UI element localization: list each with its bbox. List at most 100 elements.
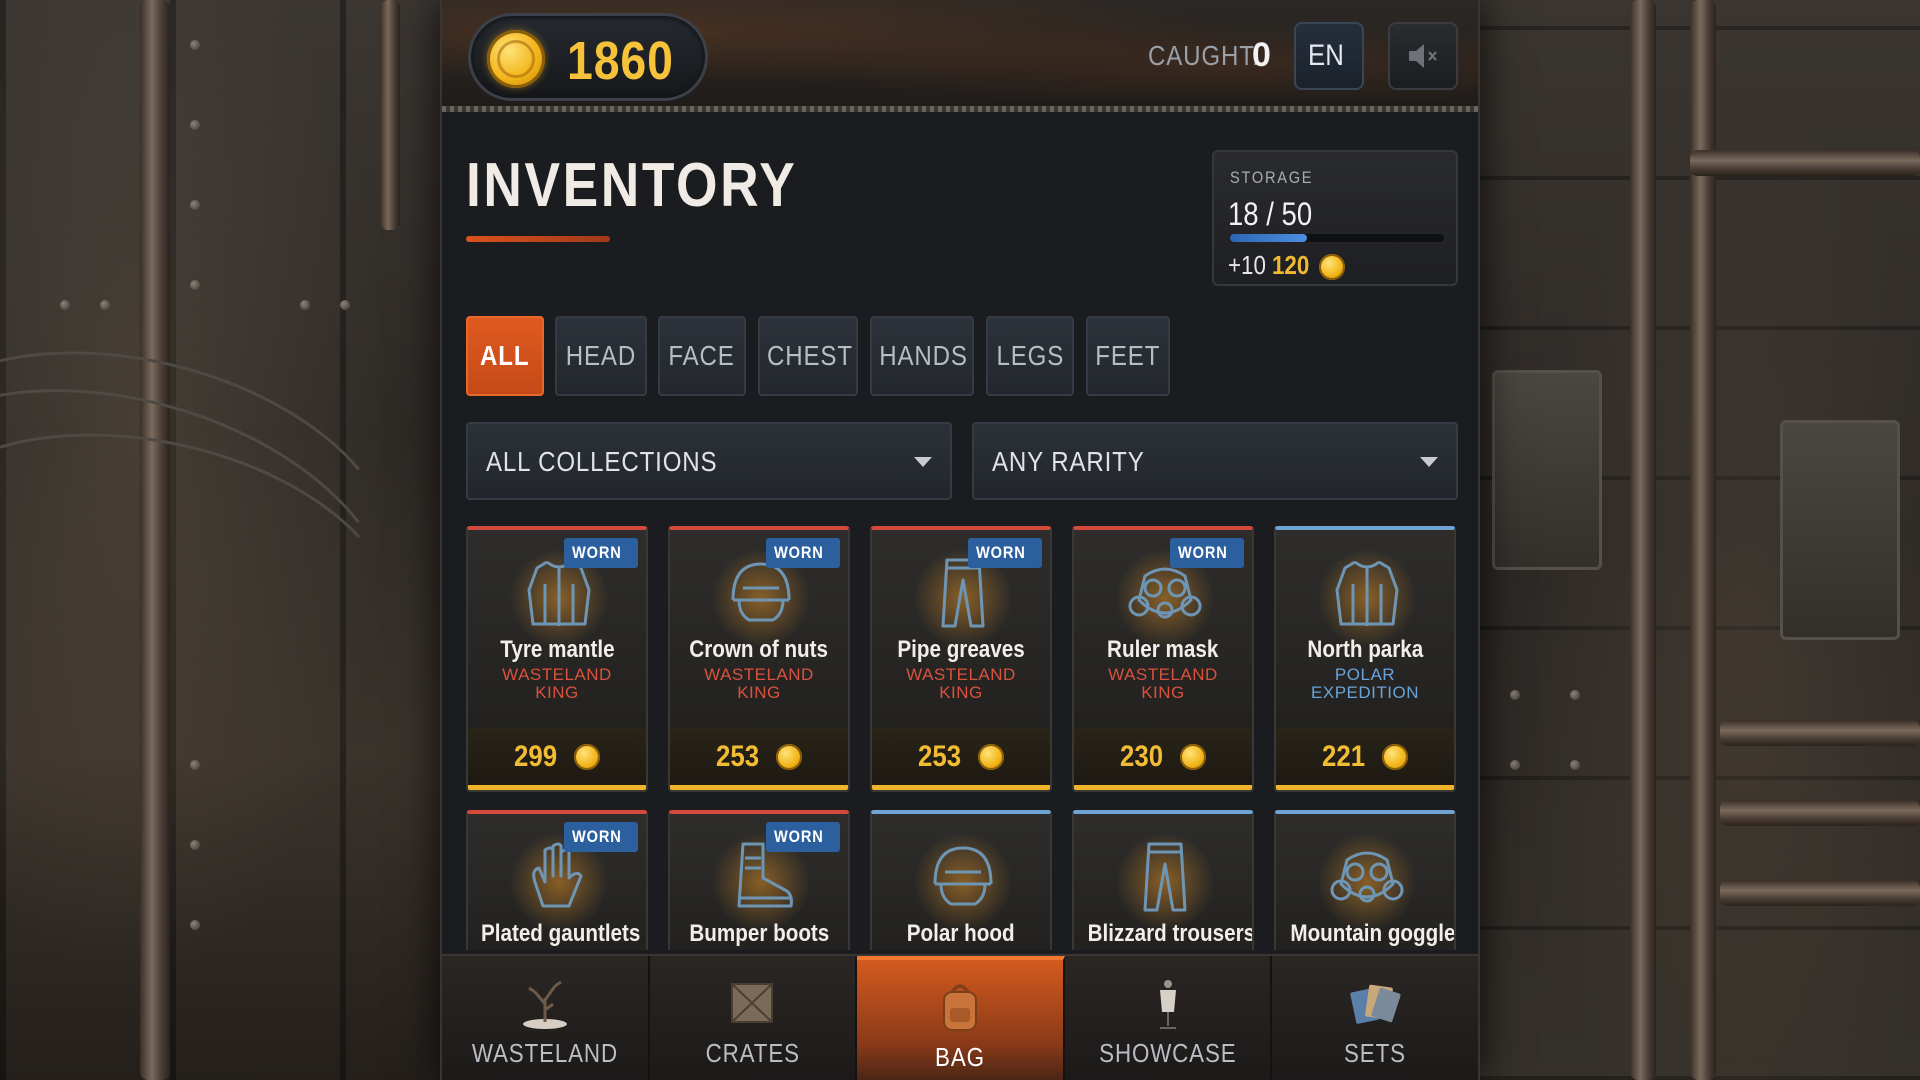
item-card[interactable]: Blizzard trousers: [1072, 810, 1254, 950]
rivet: [340, 300, 350, 310]
rivet: [1570, 690, 1580, 700]
wall-pipe: [380, 0, 400, 230]
gas-mask-icon: [1330, 851, 1404, 903]
rivet: [190, 280, 200, 290]
wall-pipe: [1720, 800, 1920, 826]
item-price-bar: 253: [872, 728, 1050, 790]
tab-feet[interactable]: FEET: [1086, 316, 1170, 396]
rivet: [190, 840, 200, 850]
collection-dropdown[interactable]: ALL COLLECTIONS: [466, 422, 952, 500]
wall-pipe: [1720, 720, 1920, 746]
item-name: Bumper boots: [670, 920, 848, 948]
item-name: Crown of nuts: [670, 636, 848, 664]
chevron-down-icon: [1420, 457, 1438, 467]
rivet: [1510, 690, 1520, 700]
tab-face[interactable]: FACE: [658, 316, 746, 396]
worn-label: WORN: [774, 543, 824, 562]
item-card[interactable]: North parka POLAR EXPEDITION 221: [1274, 526, 1456, 792]
item-card[interactable]: Polar hood: [870, 810, 1052, 950]
nav-label-text: SETS: [1344, 1038, 1407, 1068]
item-price: 230: [1119, 739, 1164, 773]
item-card[interactable]: WORN Tyre mantle WASTELAND KING 299: [466, 526, 648, 792]
mannequin-icon: [1159, 980, 1176, 1029]
item-card[interactable]: Mountain goggles: [1274, 810, 1456, 950]
item-collection: WASTELAND KING: [704, 665, 814, 702]
sound-toggle-button[interactable]: [1388, 22, 1458, 90]
wall-pipe: [1630, 0, 1656, 1080]
item-name-text: Bumper boots: [689, 920, 829, 947]
storage-box[interactable]: STORAGE 18 / 50 +10 120: [1212, 150, 1458, 286]
coin-icon: [776, 743, 803, 770]
rivet: [100, 300, 110, 310]
language-button[interactable]: EN: [1294, 22, 1364, 90]
nav-bag[interactable]: BAG: [857, 956, 1065, 1080]
coin-icon: [574, 743, 601, 770]
bottom-navigation: WASTELAND CRATES BAG SHOWCASE SETS: [442, 954, 1478, 1080]
tab-label: ALL: [480, 340, 530, 371]
rivet: [1510, 760, 1520, 770]
storage-expand-price-value: 120: [1272, 250, 1310, 280]
item-name: Polar hood: [872, 920, 1050, 948]
storage-label: STORAGE: [1230, 168, 1314, 187]
item-name: North parka: [1276, 636, 1454, 664]
tab-label: HANDS: [879, 340, 968, 371]
title-underline: [466, 236, 610, 242]
worn-label: WORN: [774, 827, 824, 846]
item-collection: POLAR EXPEDITION: [1311, 665, 1419, 702]
item-price-bar: 253: [670, 728, 848, 790]
inventory-panel: 1860 CAUGHT: 0 EN INVENTORY STORAGE 18 /…: [440, 0, 1480, 1080]
item-grid: WORN Tyre mantle WASTELAND KING 299 WORN Crow…: [466, 526, 1458, 950]
nav-label: BAG: [857, 1042, 1063, 1073]
rivet: [190, 920, 200, 930]
item-price-bar: 221: [1276, 728, 1454, 790]
item-name: Ruler mask: [1074, 636, 1252, 664]
nav-crates[interactable]: CRATES: [650, 956, 858, 1080]
worn-badge: WORN: [766, 822, 840, 852]
item-collection: WASTELAND KING: [502, 665, 612, 702]
tab-legs[interactable]: LEGS: [986, 316, 1074, 396]
trousers-icon: [1143, 842, 1187, 912]
rivet: [190, 40, 200, 50]
coin-balance: 1860: [468, 13, 708, 101]
nav-sets[interactable]: SETS: [1272, 956, 1478, 1080]
item-card[interactable]: WORN Ruler mask WASTELAND KING 230: [1072, 526, 1254, 792]
worn-badge: WORN: [766, 538, 840, 568]
item-card[interactable]: WORN Crown of nuts WASTELAND KING 253: [668, 526, 850, 792]
item-card[interactable]: WORN Plated gauntlets: [466, 810, 648, 950]
tab-hands[interactable]: HANDS: [870, 316, 974, 396]
nav-showcase[interactable]: SHOWCASE: [1065, 956, 1273, 1080]
page-title: INVENTORY: [466, 151, 798, 220]
item-card[interactable]: WORN Pipe greaves WASTELAND KING 253: [870, 526, 1052, 792]
collection-dropdown-value: ALL COLLECTIONS: [486, 446, 718, 477]
tab-chest[interactable]: CHEST: [758, 316, 858, 396]
tab-all[interactable]: ALL: [466, 316, 544, 396]
tab-label: FACE: [668, 340, 736, 371]
rarity-dropdown[interactable]: ANY RARITY: [972, 422, 1458, 500]
nav-label-text: SHOWCASE: [1098, 1038, 1237, 1068]
item-price-bar: 299: [468, 728, 646, 790]
coin-icon: [1382, 743, 1409, 770]
item-price: 253: [917, 739, 962, 773]
storage-count: 18 / 50: [1228, 196, 1313, 232]
item-collection: WASTELAND KING: [906, 665, 1016, 702]
item-name-text: Polar hood: [907, 920, 1015, 947]
nav-wasteland[interactable]: WASTELAND: [442, 956, 650, 1080]
worn-label: WORN: [572, 827, 622, 846]
storage-progress-bar: [1230, 234, 1444, 242]
coin-icon: [487, 30, 545, 88]
coin-icon: [1318, 254, 1345, 281]
nav-label: WASTELAND: [442, 1038, 648, 1069]
item-name: Tyre mantle: [468, 636, 646, 664]
nav-label-text: CRATES: [705, 1038, 800, 1068]
electrical-panel: [1492, 370, 1602, 570]
tab-label: CHEST: [766, 340, 853, 371]
worn-label: WORN: [1178, 543, 1228, 562]
dead-tree-icon: [522, 980, 567, 1029]
item-card[interactable]: WORN Bumper boots: [668, 810, 850, 950]
language-label: EN: [1308, 39, 1345, 72]
nav-label-text: BAG: [935, 1042, 985, 1072]
jacket-icon: [1335, 560, 1399, 626]
coin-balance-value: 1860: [567, 31, 674, 91]
caught-value: 0: [1252, 36, 1271, 74]
tab-head[interactable]: HEAD: [555, 316, 647, 396]
